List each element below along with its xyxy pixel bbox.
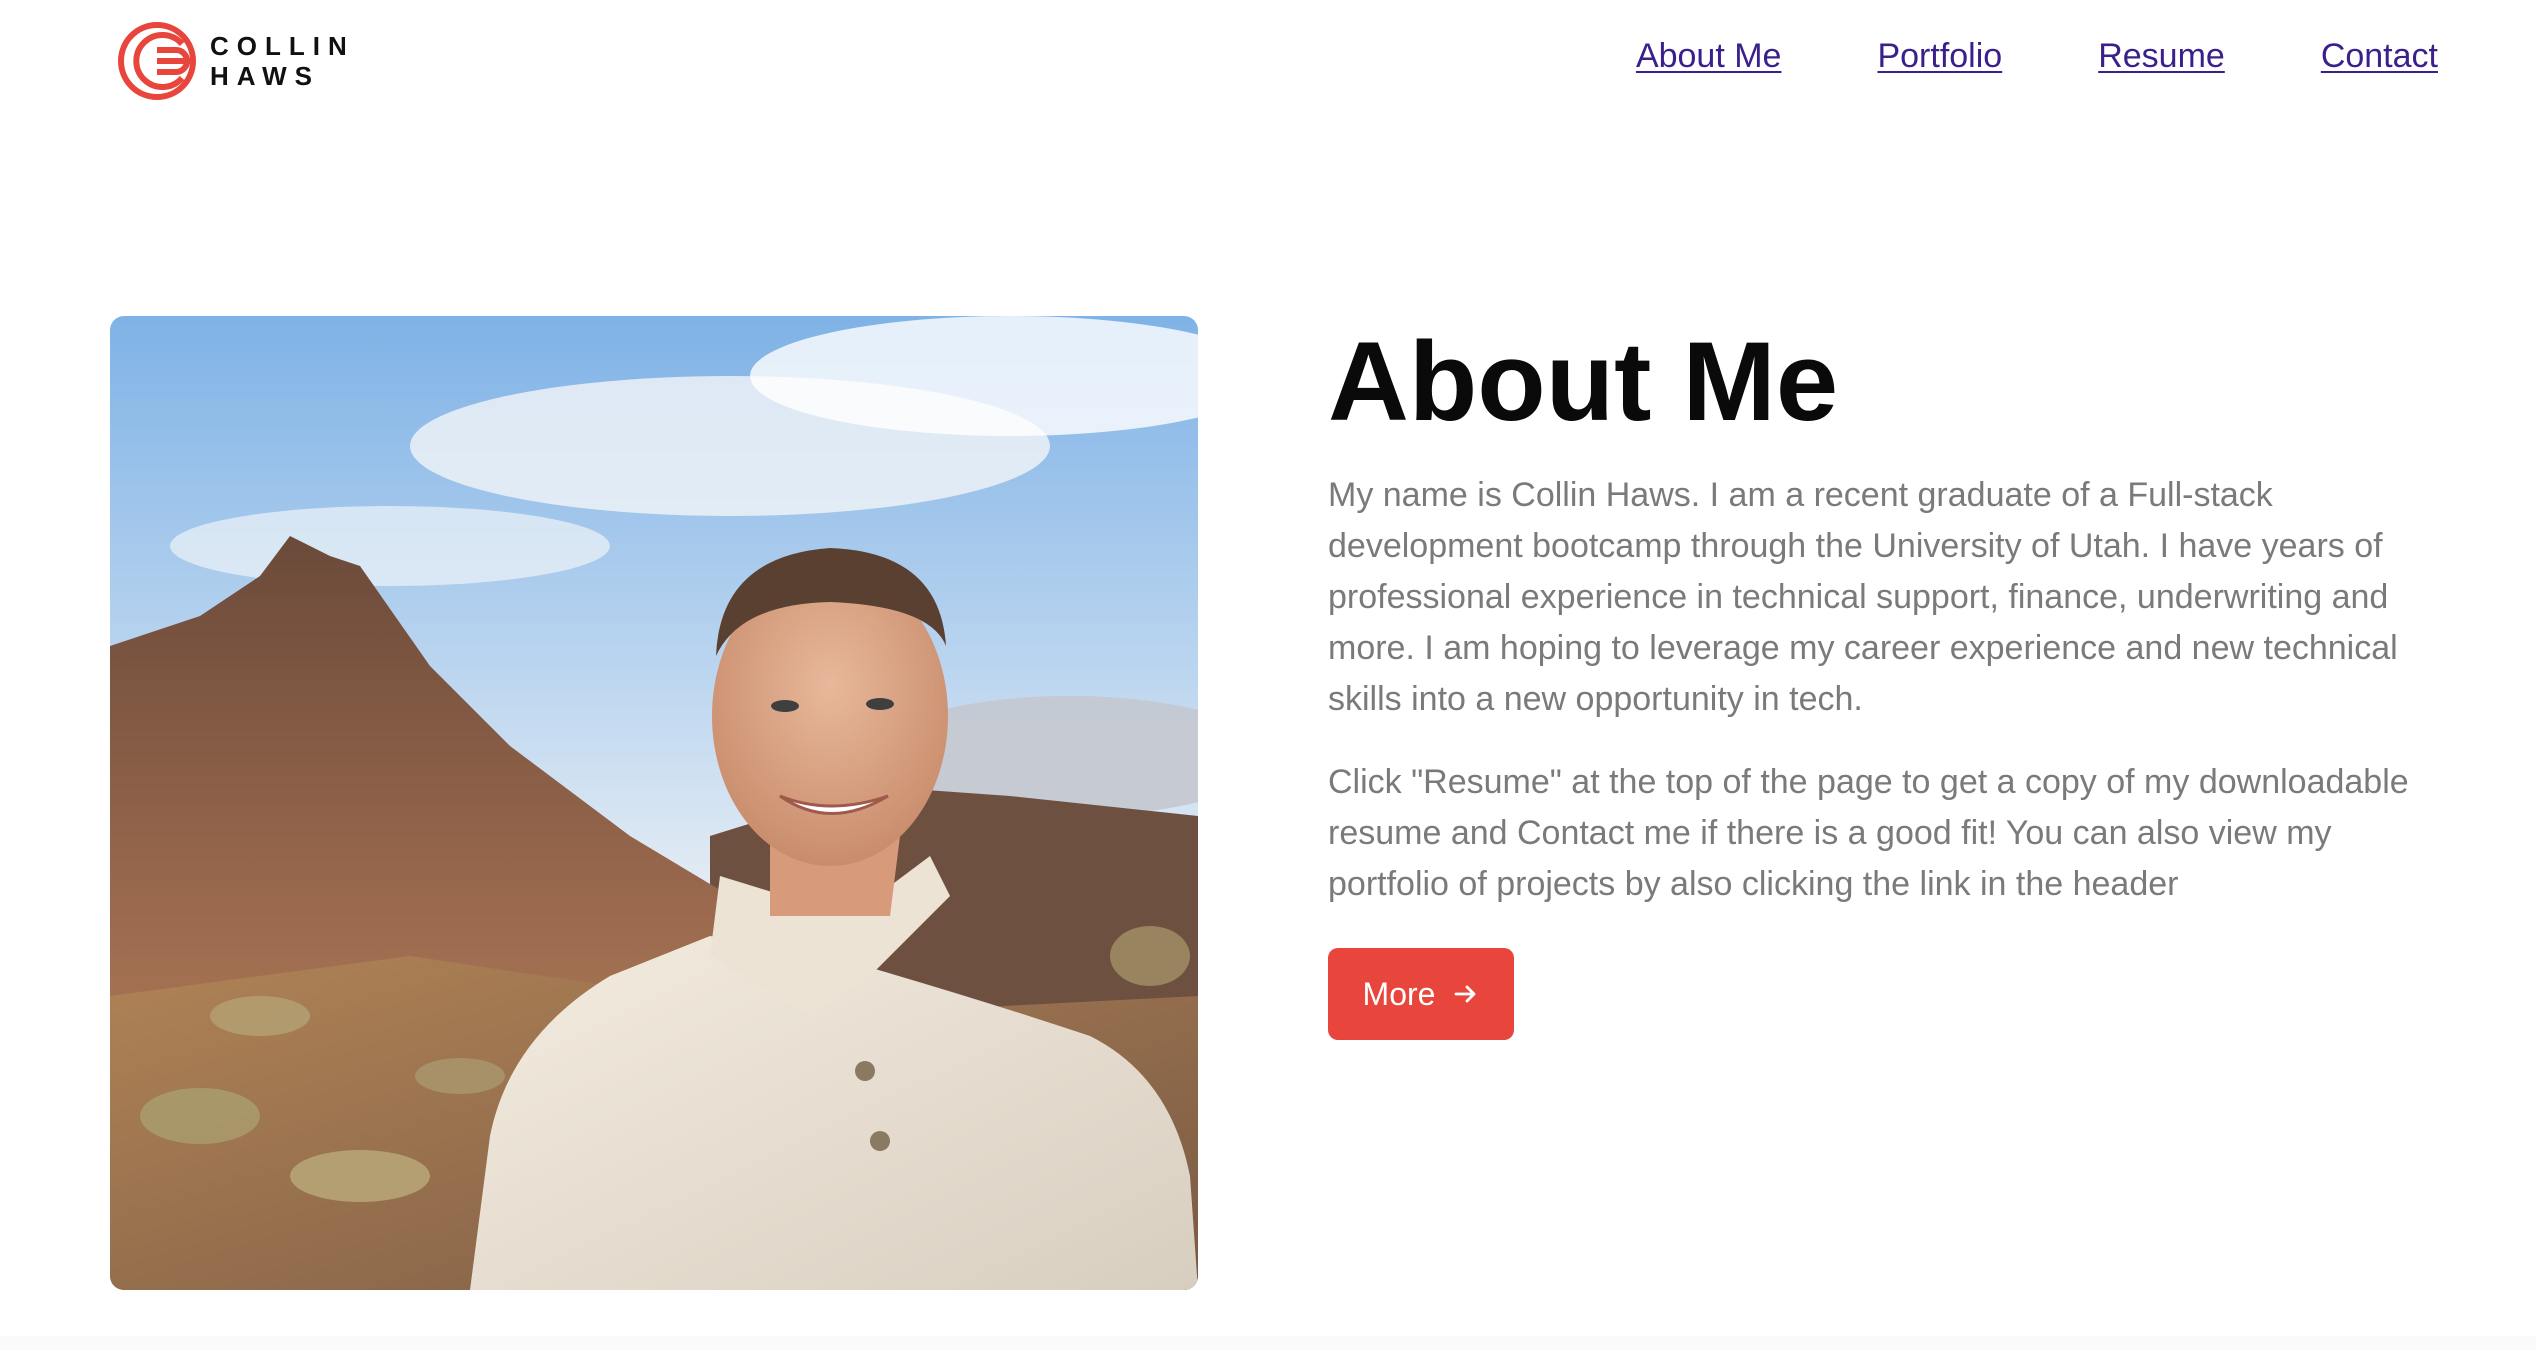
nav-link-about-me[interactable]: About Me [1636, 34, 1782, 78]
site-logo[interactable]: COLLIN HAWS [116, 20, 355, 102]
nav-link-contact[interactable]: Contact [2321, 34, 2438, 78]
logo-line1: COLLIN [210, 31, 355, 61]
logo-c-mark-icon [118, 22, 196, 100]
about-paragraph-1: My name is Collin Haws. I am a recent gr… [1328, 476, 2398, 718]
portrait-photo [110, 316, 1198, 1290]
more-button-label: More [1362, 975, 1436, 1012]
footer-edge [0, 1336, 2536, 1350]
nav-link-resume[interactable]: Resume [2098, 34, 2225, 78]
arrow-right-icon [1455, 985, 1476, 1003]
logo-text: COLLIN HAWS [210, 31, 355, 91]
main-nav: About Me Portfolio Resume Contact [1540, 34, 2438, 78]
about-paragraph-2: Click "Resume" at the top of the page to… [1328, 763, 2409, 903]
about-section: About Me My name is Collin Haws. I am a … [1328, 318, 2428, 1040]
more-button[interactable]: More [1328, 948, 1514, 1040]
logo-line2: HAWS [210, 61, 320, 91]
nav-link-portfolio[interactable]: Portfolio [1877, 34, 2002, 78]
site-header: COLLIN HAWS About Me Portfolio Resume Co… [0, 0, 2536, 120]
page-title: About Me [1328, 319, 1839, 444]
